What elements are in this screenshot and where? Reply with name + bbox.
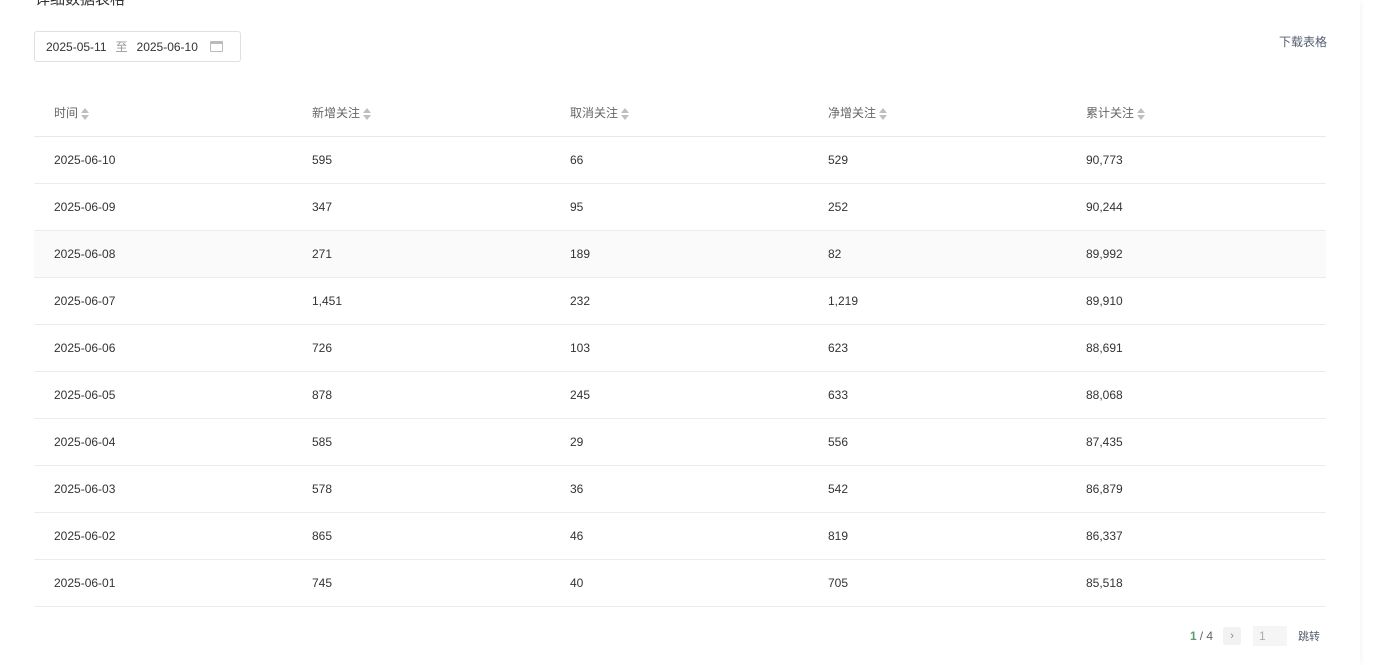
table-row: 2025-06-01 745 40 705 85,518 xyxy=(34,559,1326,607)
pagination: 1 / 4 › 跳转 xyxy=(1190,626,1320,646)
table-row: 2025-06-09 347 95 252 90,244 xyxy=(34,183,1326,231)
page-jump-input[interactable] xyxy=(1253,626,1288,646)
sort-icon[interactable] xyxy=(621,108,630,121)
table-header-row: 时间 新增关注 取消关注 净增关注 累计关注 xyxy=(34,90,1326,137)
table-row: 2025-06-02 865 46 819 86,337 xyxy=(34,512,1326,560)
download-table-link[interactable]: 下载表格 xyxy=(1279,33,1327,50)
section-title: 详细数据表格 xyxy=(35,0,125,8)
table-row: 2025-06-07 1,451 232 1,219 89,910 xyxy=(34,277,1326,325)
table-row: 2025-06-10 595 66 529 90,773 xyxy=(34,136,1326,184)
sort-icon[interactable] xyxy=(1137,108,1146,121)
header-time[interactable]: 时间 xyxy=(34,90,292,137)
header-new-follows[interactable]: 新增关注 xyxy=(292,90,550,137)
table-row: 2025-06-08 271 189 82 89,992 xyxy=(34,230,1326,278)
header-unfollows[interactable]: 取消关注 xyxy=(550,90,808,137)
table-row: 2025-06-06 726 103 623 88,691 xyxy=(34,324,1326,372)
calendar-icon[interactable] xyxy=(209,41,223,52)
header-total-follows[interactable]: 累计关注 xyxy=(1066,90,1326,137)
current-page: 1 xyxy=(1190,629,1197,643)
date-end[interactable]: 2025-06-10 xyxy=(137,40,198,54)
table-row: 2025-06-03 578 36 542 86,879 xyxy=(34,465,1326,513)
sort-icon[interactable] xyxy=(879,108,888,121)
data-table-card: 详细数据表格 2025-05-11 至 2025-06-10 下载表格 时间 新… xyxy=(0,0,1360,665)
chevron-right-icon[interactable]: › xyxy=(1223,627,1242,645)
jump-button[interactable]: 跳转 xyxy=(1298,628,1320,644)
date-separator: 至 xyxy=(115,40,128,54)
header-net-follows[interactable]: 净增关注 xyxy=(808,90,1066,137)
sort-icon[interactable] xyxy=(363,108,372,121)
total-pages: / 4 xyxy=(1199,629,1214,643)
data-table: 时间 新增关注 取消关注 净增关注 累计关注 2025-06-10 595 66 52… xyxy=(34,90,1326,607)
date-range-picker[interactable]: 2025-05-11 至 2025-06-10 xyxy=(34,31,241,62)
table-row: 2025-06-05 878 245 633 88,068 xyxy=(34,371,1326,419)
table-row: 2025-06-04 585 29 556 87,435 xyxy=(34,418,1326,466)
sort-icon[interactable] xyxy=(81,108,90,121)
date-start[interactable]: 2025-05-11 xyxy=(46,40,107,54)
